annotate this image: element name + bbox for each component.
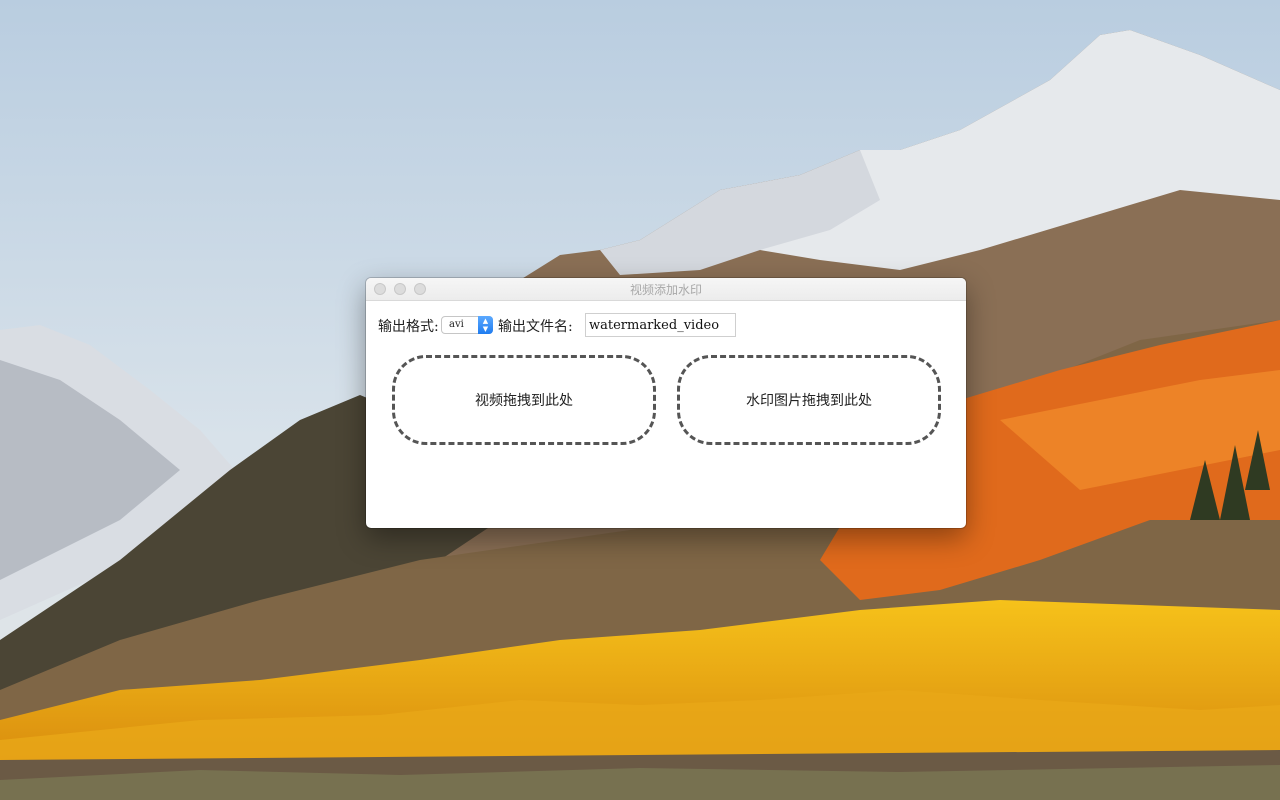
updown-chevron-icon: ▲ ▼ xyxy=(478,316,493,334)
video-drop-zone[interactable]: 视频拖拽到此处 xyxy=(392,355,656,445)
output-format-select[interactable]: avi ▲ ▼ xyxy=(441,316,493,334)
output-filename-label: 输出文件名: xyxy=(498,319,573,335)
output-format-label: 输出格式: xyxy=(378,319,439,335)
title-bar[interactable]: 视频添加水印 xyxy=(366,278,966,301)
output-format-value: avi xyxy=(449,319,464,330)
output-filename-input[interactable] xyxy=(585,313,736,337)
watermark-image-drop-zone[interactable]: 水印图片拖拽到此处 xyxy=(677,355,941,445)
app-window: 视频添加水印 输出格式: avi ▲▼ 输出文件名: 视频拖拽到此处 水印图片拖… xyxy=(366,278,966,528)
video-drop-label: 视频拖拽到此处 xyxy=(475,393,573,409)
watermark-image-drop-label: 水印图片拖拽到此处 xyxy=(746,393,872,409)
window-title: 视频添加水印 xyxy=(629,283,702,297)
